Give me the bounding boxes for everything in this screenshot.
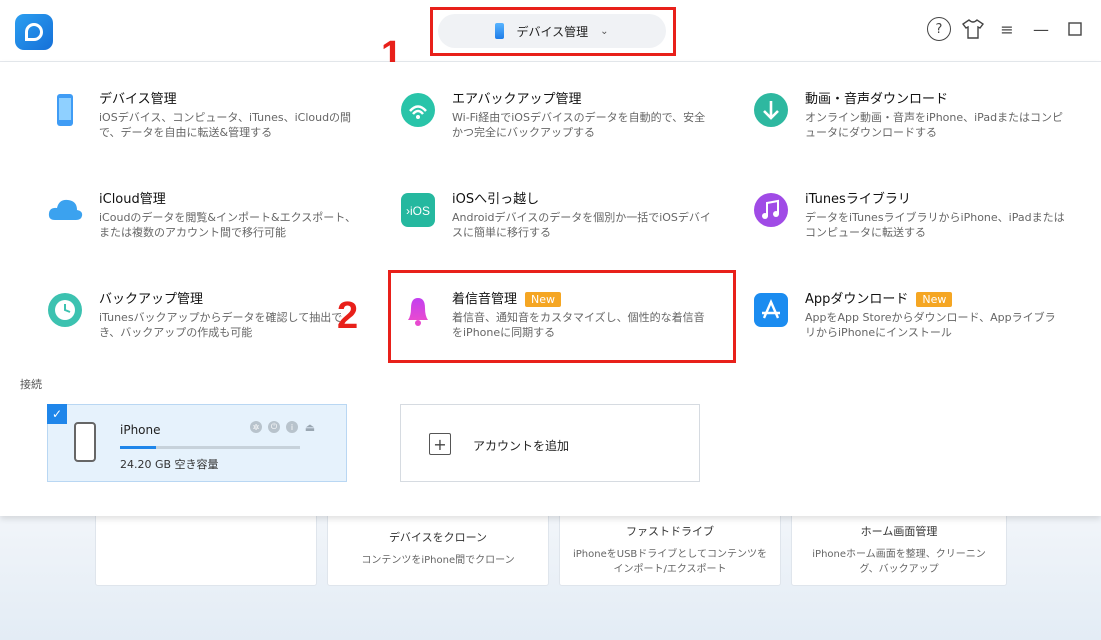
eject-icon[interactable]: ⏏ [304, 421, 316, 434]
feature-title: iOSへ引っ越し [452, 192, 540, 207]
feature-title: 動画・音声ダウンロード [805, 92, 949, 107]
card-title: デバイスをクローン [388, 531, 488, 544]
maximize-icon[interactable] [1063, 17, 1087, 41]
feature-title: デバイス管理 [99, 92, 177, 107]
add-account-label: アカウントを追加 [473, 439, 570, 453]
to-ios-icon: ›iOS [400, 192, 436, 228]
feature-backup-management[interactable]: バックアップ管理 iTunesバックアップからデータを確認して抽出でき、バックア… [47, 288, 367, 360]
feature-desc: データをiTunesライブラリからiPhone、iPadまたはコンピュータに転送… [805, 211, 1065, 239]
feature-desc: Wi-Fi経由でiOSデバイスのデータを自動的で、安全かつ完全にバックアップする [452, 111, 706, 139]
feature-title: iTunesライブラリ [805, 192, 911, 207]
storage-bar-fill [120, 446, 156, 449]
card-desc: iPhoneをUSBドライブとしてコンテンツをインポート/エクスポート [573, 549, 767, 575]
plus-icon: + [429, 433, 451, 455]
settings-icon[interactable]: ✲ [250, 421, 262, 433]
feature-media-download[interactable]: 動画・音声ダウンロード オンライン動画・音声をiPhone、iPadまたはコンピ… [753, 88, 1073, 160]
feature-desc: オンライン動画・音声をiPhone、iPadまたはコンピュータにダウンロードする [805, 111, 1064, 139]
connected-device-card[interactable]: ✓ iPhone ✲ ⏻ i ⏏ 24.20 GB 空き容量 [47, 404, 347, 482]
feature-icloud[interactable]: iCloud管理 iCoudのデータを閲覧&インポート&エクスポート、または複数… [47, 188, 367, 260]
window-controls: ? ≡ — ✕ [927, 17, 1101, 41]
feature-title: Appダウンロード New [805, 288, 953, 307]
add-account-button[interactable]: + アカウントを追加 [400, 404, 700, 482]
feature-title: エアバックアップ管理 [452, 92, 582, 107]
card-title: ホーム画面管理 [860, 525, 938, 538]
feature-air-backup[interactable]: エアバックアップ管理 Wi-Fi経由でiOSデバイスのデータを自動的で、安全かつ… [400, 88, 720, 160]
feature-move-to-ios[interactable]: ›iOS iOSへ引っ越し Androidデバイスのデータを個別か一括でiOSデ… [400, 188, 720, 260]
capacity-text: 24.20 GB 空き容量 [120, 458, 219, 471]
feature-itunes-library[interactable]: iTunesライブラリ データをiTunesライブラリからiPhone、iPad… [753, 188, 1073, 260]
power-icon[interactable]: ⏻ [268, 421, 280, 433]
card-desc: iPhoneホーム画面を整理、クリーニング、バックアップ [812, 549, 986, 575]
phone-icon [47, 92, 83, 128]
background-card[interactable] [95, 512, 317, 586]
annotation-number-2: 2 [337, 295, 359, 337]
feature-desc: iOSデバイス、コンピュータ、iTunes、iCloudの間で、データを自由に転… [99, 111, 352, 139]
feature-app-download[interactable]: Appダウンロード New AppをApp Storeからダウンロード、Appライ… [753, 288, 1073, 360]
feature-desc: Androidデバイスのデータを個別か一括でiOSデバイスに簡単に移行する [452, 211, 711, 239]
feature-desc: iTunesバックアップからデータを確認して抽出でき、バックアップの作成も可能 [99, 311, 343, 339]
feature-title: バックアップ管理 [99, 292, 204, 307]
highlight-box-1 [430, 7, 676, 56]
feature-desc: AppをApp Storeからダウンロード、AppライブラリからiPhoneにイ… [805, 311, 1056, 339]
download-icon [753, 92, 789, 128]
close-icon[interactable]: ✕ [1097, 17, 1101, 41]
clone-device-card[interactable]: デバイスをクローン コンテンツをiPhone間でクローン [327, 512, 549, 586]
menu-icon[interactable]: ≡ [995, 17, 1019, 41]
highlight-box-2 [388, 270, 736, 363]
storage-bar [120, 446, 300, 449]
info-icon[interactable]: i [286, 421, 298, 433]
device-controls: ✲ ⏻ i ⏏ [250, 421, 316, 434]
svg-text:›iOS: ›iOS [406, 204, 430, 218]
minimize-icon[interactable]: — [1029, 17, 1053, 41]
music-icon [753, 192, 789, 228]
help-icon[interactable]: ? [927, 17, 951, 41]
new-badge: New [916, 292, 953, 307]
backup-clock-icon [47, 292, 83, 328]
connection-label: 接続 [20, 378, 42, 391]
skin-shirt-icon[interactable] [961, 17, 985, 41]
iphone-icon [74, 422, 96, 462]
card-title: ファストドライブ [626, 525, 714, 538]
feature-title: iCloud管理 [99, 192, 166, 207]
device-name: iPhone [120, 423, 161, 437]
checkmark-icon: ✓ [47, 404, 67, 424]
cloud-icon [47, 192, 83, 228]
feature-device-management[interactable]: デバイス管理 iOSデバイス、コンピュータ、iTunes、iCloudの間で、デ… [47, 88, 367, 160]
app-store-icon [753, 292, 789, 328]
fast-drive-card[interactable]: ファストドライブ iPhoneをUSBドライブとしてコンテンツをインポート/エク… [559, 512, 781, 586]
card-desc: コンテンツをiPhone間でクローン [361, 555, 515, 566]
home-screen-card[interactable]: ホーム画面管理 iPhoneホーム画面を整理、クリーニング、バックアップ [791, 512, 1007, 586]
feature-desc: iCoudのデータを閲覧&インポート&エクスポート、または複数のアカウント間で移… [99, 211, 357, 239]
wifi-backup-icon [400, 92, 436, 128]
app-logo-icon[interactable] [15, 14, 53, 50]
